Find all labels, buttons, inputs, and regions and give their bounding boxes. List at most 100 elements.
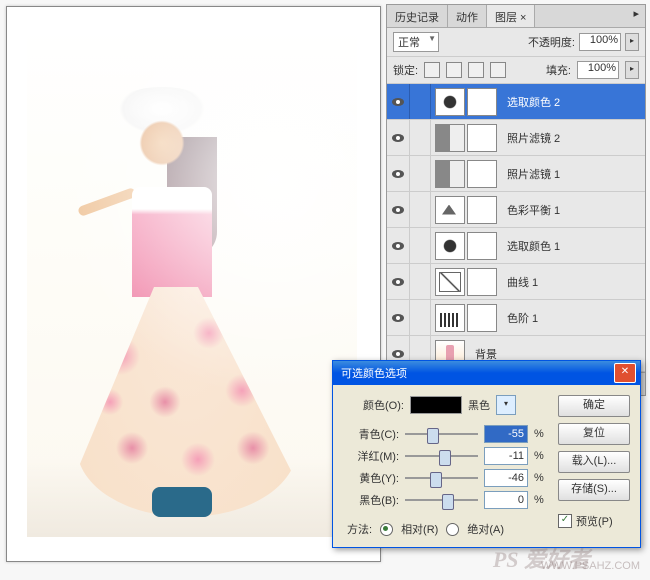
preview-label: 预览(P) — [576, 513, 613, 529]
ok-button[interactable]: 确定 — [558, 395, 630, 417]
layer-mask-thumbnail[interactable] — [467, 268, 497, 296]
layer-list: 选取颜色 2照片滤镜 2照片滤镜 1色彩平衡 1选取颜色 1曲线 1色阶 1背景 — [387, 84, 645, 372]
layer-row[interactable]: 照片滤镜 2 — [387, 120, 645, 156]
slider-label: 黑色(B): — [343, 492, 399, 508]
layer-mask-thumbnail[interactable] — [467, 232, 497, 260]
layer-row[interactable]: 色彩平衡 1 — [387, 192, 645, 228]
load-button[interactable]: 载入(L)... — [558, 451, 630, 473]
color-name: 黑色 — [468, 397, 490, 413]
color-dropdown[interactable]: ▾ — [496, 395, 516, 415]
layer-row[interactable]: 选取颜色 2 — [387, 84, 645, 120]
opacity-input[interactable]: 100% — [579, 33, 621, 51]
close-icon[interactable]: ✕ — [614, 363, 636, 383]
layer-thumbnail[interactable] — [435, 124, 465, 152]
layer-row[interactable]: 选取颜色 1 — [387, 228, 645, 264]
visibility-icon[interactable] — [387, 120, 410, 155]
layer-row[interactable]: 曲线 1 — [387, 264, 645, 300]
slider-value-input[interactable]: -46 — [484, 469, 528, 487]
lock-all-icon[interactable] — [490, 62, 506, 78]
opacity-label: 不透明度: — [528, 34, 575, 50]
opacity-stepper[interactable]: ▸ — [625, 33, 639, 51]
percent-label: % — [534, 450, 548, 462]
slider-track[interactable] — [405, 470, 478, 486]
layer-name[interactable]: 照片滤镜 2 — [501, 130, 645, 146]
slider-value-input[interactable]: -11 — [484, 447, 528, 465]
fill-stepper[interactable]: ▸ — [625, 61, 639, 79]
slider-label: 洋红(M): — [343, 448, 399, 464]
layer-name[interactable]: 色彩平衡 1 — [501, 202, 645, 218]
tab-layers[interactable]: 图层 × — [487, 5, 535, 27]
watermark-url: WWW.PSAHZ.COM — [541, 560, 640, 572]
slider-value-input[interactable]: -55 — [484, 425, 528, 443]
fill-label: 填充: — [546, 62, 571, 78]
layer-name[interactable]: 选取颜色 1 — [501, 238, 645, 254]
layer-thumbnail[interactable] — [435, 88, 465, 116]
slider-track[interactable] — [405, 448, 478, 464]
slider-track[interactable] — [405, 426, 478, 442]
absolute-label: 绝对(A) — [467, 521, 504, 537]
cancel-button[interactable]: 复位 — [558, 423, 630, 445]
layer-thumbnail[interactable] — [435, 196, 465, 224]
slider-thumb[interactable] — [439, 450, 451, 466]
lock-transparency-icon[interactable] — [424, 62, 440, 78]
panel-menu-icon[interactable]: ▸ — [627, 5, 645, 27]
preview-checkbox[interactable]: ✓ — [558, 514, 572, 528]
slider-thumb[interactable] — [430, 472, 442, 488]
link-column[interactable] — [410, 120, 431, 155]
relative-label: 相对(R) — [401, 521, 438, 537]
slider-label: 黄色(Y): — [343, 470, 399, 486]
layer-mask-thumbnail[interactable] — [467, 88, 497, 116]
slider-thumb[interactable] — [427, 428, 439, 444]
percent-label: % — [534, 472, 548, 484]
percent-label: % — [534, 494, 548, 506]
layer-row[interactable]: 照片滤镜 1 — [387, 156, 645, 192]
tab-layers-label: 图层 — [495, 12, 517, 24]
layer-thumbnail[interactable] — [435, 268, 465, 296]
layer-name[interactable]: 曲线 1 — [501, 274, 645, 290]
visibility-icon[interactable] — [387, 300, 410, 335]
tab-actions[interactable]: 动作 — [448, 5, 487, 27]
visibility-icon[interactable] — [387, 264, 410, 299]
radio-relative[interactable] — [380, 523, 393, 536]
color-swatch — [410, 396, 462, 414]
layer-mask-thumbnail[interactable] — [467, 160, 497, 188]
layer-name[interactable]: 色阶 1 — [501, 310, 645, 326]
slider-value-input[interactable]: 0 — [484, 491, 528, 509]
link-column[interactable] — [410, 84, 431, 119]
layers-panel: 历史记录 动作 图层 × ▸ 正常 不透明度: 100% ▸ 锁定: 填充: 1… — [386, 4, 646, 396]
lock-pixels-icon[interactable] — [446, 62, 462, 78]
layer-mask-thumbnail[interactable] — [467, 196, 497, 224]
highlight-glow — [27, 27, 357, 537]
lock-position-icon[interactable] — [468, 62, 484, 78]
layer-row[interactable]: 色阶 1 — [387, 300, 645, 336]
document-canvas[interactable] — [6, 6, 381, 562]
percent-label: % — [534, 428, 548, 440]
layer-thumbnail[interactable] — [435, 232, 465, 260]
link-column[interactable] — [410, 300, 431, 335]
link-column[interactable] — [410, 228, 431, 263]
layer-mask-thumbnail[interactable] — [467, 124, 497, 152]
radio-absolute[interactable] — [446, 523, 459, 536]
visibility-icon[interactable] — [387, 228, 410, 263]
layer-thumbnail[interactable] — [435, 304, 465, 332]
layer-mask-thumbnail[interactable] — [467, 304, 497, 332]
link-column[interactable] — [410, 264, 431, 299]
layer-name[interactable]: 照片滤镜 1 — [501, 166, 645, 182]
slider-track[interactable] — [405, 492, 478, 508]
blend-mode-select[interactable]: 正常 — [393, 32, 439, 52]
visibility-icon[interactable] — [387, 84, 410, 119]
layer-name[interactable]: 选取颜色 2 — [501, 94, 645, 110]
method-label: 方法: — [347, 521, 372, 537]
visibility-icon[interactable] — [387, 192, 410, 227]
link-column[interactable] — [410, 192, 431, 227]
dialog-title: 可选颜色选项 — [341, 365, 407, 381]
visibility-icon[interactable] — [387, 156, 410, 191]
slider-thumb[interactable] — [442, 494, 454, 510]
dialog-titlebar[interactable]: 可选颜色选项 ✕ — [333, 361, 640, 385]
fill-input[interactable]: 100% — [577, 61, 619, 79]
link-column[interactable] — [410, 156, 431, 191]
panel-tabs: 历史记录 动作 图层 × ▸ — [387, 5, 645, 28]
layer-thumbnail[interactable] — [435, 160, 465, 188]
save-button[interactable]: 存储(S)... — [558, 479, 630, 501]
tab-history[interactable]: 历史记录 — [387, 5, 448, 27]
